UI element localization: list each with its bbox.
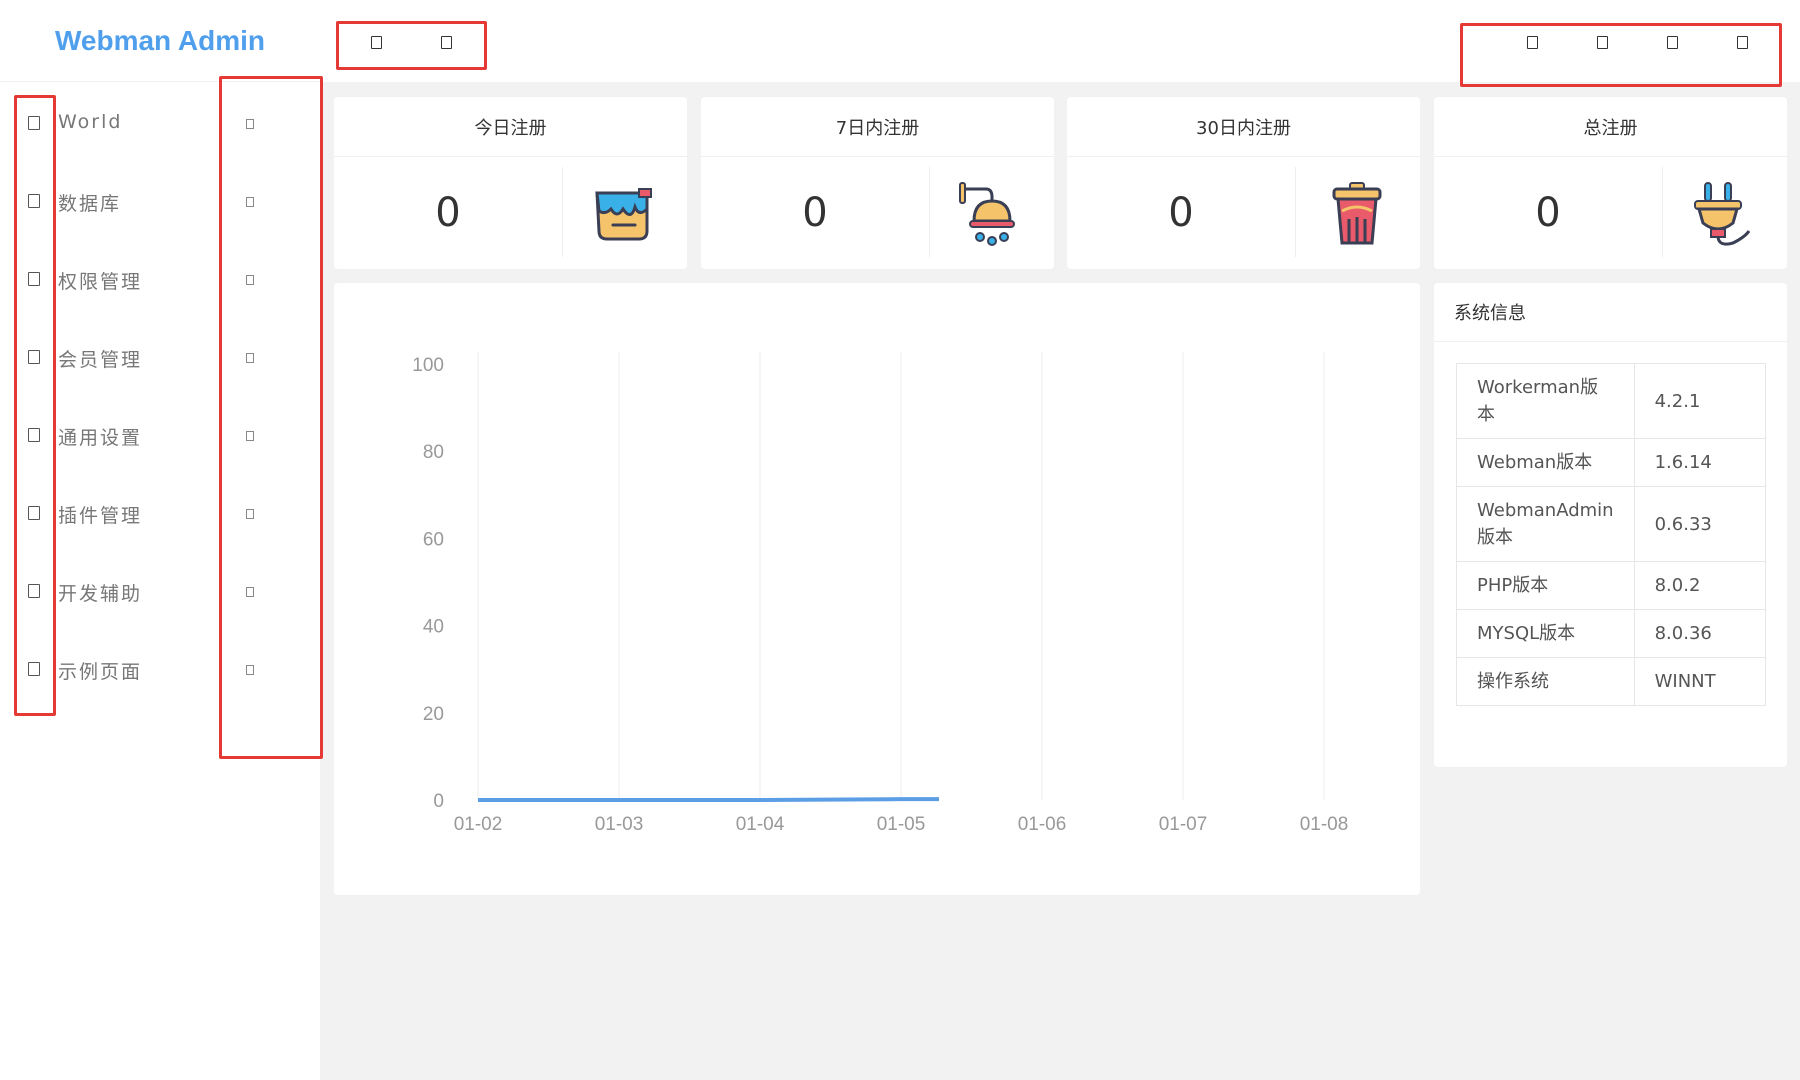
info-key: WebmanAdmin版本	[1456, 486, 1635, 562]
stat-card-today: 今日注册 0	[334, 97, 687, 269]
plug-icon	[1694, 182, 1751, 246]
chevron-icon	[246, 353, 254, 363]
sidebar-item-label: World	[58, 111, 123, 133]
chevron-icon	[246, 665, 254, 675]
x-tick-label: 01-05	[877, 814, 926, 835]
info-key: PHP版本	[1456, 561, 1635, 610]
x-tick-label: 01-03	[595, 814, 644, 835]
chevron-icon	[246, 275, 254, 285]
chevron-icon	[246, 509, 254, 519]
x-tick-label: 01-07	[1159, 814, 1208, 835]
stat-card-value: 0	[1168, 190, 1194, 236]
stat-card-month: 30日内注册 0	[1067, 97, 1420, 269]
chevron-icon	[246, 587, 254, 597]
info-key: 操作系统	[1456, 657, 1635, 706]
system-info-table: Workerman版本 4.2.1 Webman版本 1.6.14 Webman…	[1456, 363, 1767, 706]
sidebar-item-world[interactable]: World	[0, 84, 320, 162]
sidebar-item-label: 示例页面	[58, 661, 143, 683]
x-tick-label: 01-08	[1300, 814, 1349, 835]
table-row: 操作系统 WINNT	[1456, 657, 1767, 706]
line-chart: 01-02 01-03 01-04 01-05 01-06 01-07 01-08 0 20 40…	[412, 352, 1349, 835]
app-title: Webman Admin	[54, 24, 265, 56]
y-tick-label: 40	[423, 617, 444, 638]
paint-bucket-icon	[595, 188, 652, 241]
menu-icon	[28, 662, 40, 676]
info-value: 4.2.1	[1633, 363, 1767, 439]
info-value: WINNT	[1633, 657, 1767, 706]
y-tick-label: 0	[433, 791, 444, 812]
menu-toggle-icon[interactable]	[371, 36, 382, 49]
stat-card-title: 今日注册	[334, 97, 687, 157]
stat-card-value: 0	[802, 190, 828, 236]
chevron-icon	[246, 431, 254, 441]
x-tick-label: 01-02	[454, 814, 503, 835]
stat-card-total: 总注册 0	[1434, 97, 1787, 269]
refresh-icon[interactable]	[441, 36, 452, 49]
menu-icon	[28, 272, 40, 286]
info-value: 0.6.33	[1633, 486, 1767, 562]
menu-icon	[28, 350, 40, 364]
sidebar-item-dev-tools[interactable]: 开发辅助	[0, 552, 320, 630]
menu-icon	[28, 506, 40, 520]
info-value: 8.0.36	[1633, 609, 1767, 658]
x-tick-label: 01-04	[736, 814, 785, 835]
info-key: MYSQL版本	[1456, 609, 1635, 658]
y-tick-label: 60	[423, 529, 444, 550]
stat-card-title: 30日内注册	[1067, 97, 1420, 157]
menu-icon	[28, 194, 40, 208]
table-row: Webman版本 1.6.14	[1456, 438, 1767, 487]
info-key: Workerman版本	[1456, 363, 1635, 439]
table-row: MYSQL版本 8.0.36	[1456, 609, 1767, 658]
table-row: PHP版本 8.0.2	[1456, 561, 1767, 610]
sidebar-item-label: 权限管理	[58, 271, 143, 293]
y-tick-label: 100	[412, 355, 444, 376]
stat-card-week: 7日内注册 0	[701, 97, 1054, 269]
chevron-icon	[246, 197, 254, 207]
registration-chart: 01-02 01-03 01-04 01-05 01-06 01-07 01-08 0 20 40…	[334, 283, 1420, 895]
user-icon[interactable]	[1667, 36, 1678, 49]
fullscreen-icon[interactable]	[1597, 36, 1608, 49]
y-tick-label: 80	[423, 442, 444, 463]
menu-icon	[28, 428, 40, 442]
menu-icon	[28, 584, 40, 598]
sidebar-item-permissions[interactable]: 权限管理	[0, 240, 320, 318]
sidebar-item-label: 会员管理	[58, 349, 143, 371]
info-key: Webman版本	[1456, 438, 1635, 487]
stat-card-title: 7日内注册	[701, 97, 1054, 157]
sidebar-item-label: 通用设置	[58, 427, 143, 449]
stat-card-value: 0	[435, 190, 461, 236]
shower-icon	[959, 182, 1015, 246]
x-tick-label: 01-06	[1018, 814, 1067, 835]
menu-icon	[28, 116, 40, 130]
table-row: WebmanAdmin版本 0.6.33	[1456, 486, 1767, 562]
sidebar-item-label: 插件管理	[58, 505, 143, 527]
stat-card-title: 总注册	[1434, 97, 1787, 157]
sidebar-item-label: 开发辅助	[58, 583, 143, 605]
sidebar-item-examples[interactable]: 示例页面	[0, 630, 320, 708]
sidebar-item-members[interactable]: 会员管理	[0, 318, 320, 396]
sidebar-item-label: 数据库	[58, 193, 122, 215]
info-value: 1.6.14	[1633, 438, 1767, 487]
top-header	[320, 0, 1800, 82]
system-info-panel: 系统信息 Workerman版本 4.2.1 Webman版本 1.6.14 W…	[1434, 283, 1787, 767]
stat-card-value: 0	[1535, 190, 1561, 236]
sidebar-item-plugins[interactable]: 插件管理	[0, 474, 320, 552]
logo[interactable]: Webman Admin	[0, 0, 320, 82]
y-tick-label: 20	[423, 704, 444, 725]
theme-icon[interactable]	[1527, 36, 1538, 49]
table-row: Workerman版本 4.2.1	[1456, 363, 1767, 439]
series-line	[478, 797, 939, 802]
chevron-icon	[246, 119, 254, 129]
info-value: 8.0.2	[1633, 561, 1767, 610]
sidebar-item-settings[interactable]: 通用设置	[0, 396, 320, 474]
panel-title: 系统信息	[1454, 303, 1526, 324]
sidebar: Webman Admin World 数据库 权限管理 会员管理 通用设置 插件…	[0, 0, 320, 1080]
more-icon[interactable]	[1737, 36, 1748, 49]
sidebar-item-database[interactable]: 数据库	[0, 162, 320, 240]
trash-can-icon	[1332, 182, 1382, 245]
